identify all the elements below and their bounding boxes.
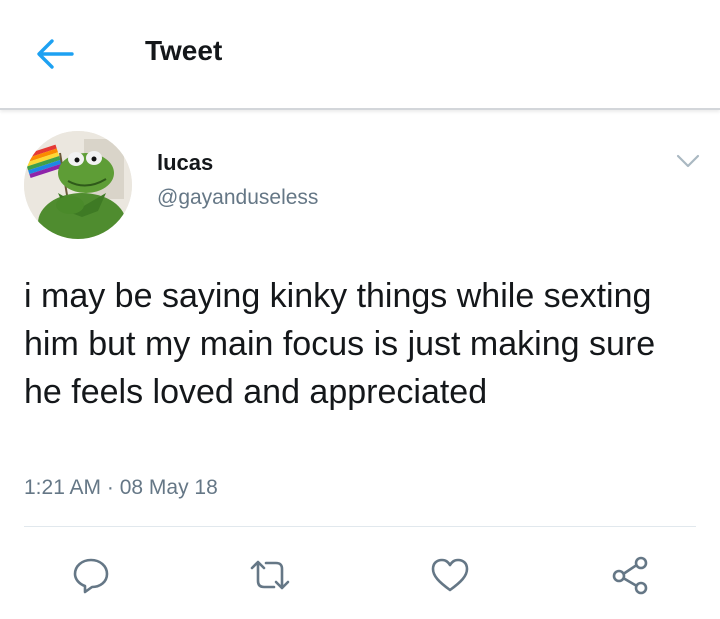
more-options-button[interactable] xyxy=(674,150,702,172)
retweet-icon xyxy=(250,560,290,590)
tweet-text: i may be saying kinky things while sexti… xyxy=(24,277,656,411)
like-icon xyxy=(431,558,469,592)
divider xyxy=(24,526,696,527)
reply-button[interactable] xyxy=(68,554,114,596)
reply-icon xyxy=(73,558,109,594)
back-button[interactable] xyxy=(32,34,76,74)
kermit-avatar-image xyxy=(24,131,132,239)
like-button[interactable] xyxy=(427,554,473,596)
retweet-button[interactable] xyxy=(247,554,293,596)
top-bar: Tweet xyxy=(0,0,720,110)
page-title: Tweet xyxy=(145,35,223,66)
author-handle[interactable]: @gayanduseless xyxy=(157,186,318,210)
share-icon xyxy=(612,556,648,595)
avatar[interactable] xyxy=(24,131,132,239)
author-name[interactable]: lucas xyxy=(157,150,213,176)
tweet-timestamp[interactable]: 1:21 AM · 08 May 18 xyxy=(24,476,218,500)
arrow-left-icon xyxy=(37,39,74,69)
share-button[interactable] xyxy=(607,554,653,596)
chevron-down-icon xyxy=(676,154,700,168)
